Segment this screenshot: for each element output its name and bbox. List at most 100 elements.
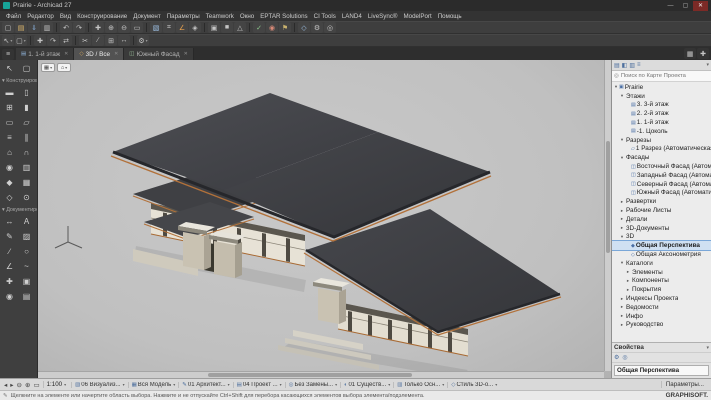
quick-options-button[interactable]: ▦▾ xyxy=(41,63,55,72)
trim-icon[interactable]: ✂ xyxy=(79,35,91,46)
help-icon[interactable]: ◎ xyxy=(324,22,336,33)
skylight-tool[interactable]: ◉ xyxy=(1,160,18,175)
view-tab[interactable]: ▤1. 1-й этаж✕ xyxy=(16,48,74,60)
object-tool[interactable]: ⊙ xyxy=(18,190,35,205)
quick-option[interactable]: ▦Вся Модель▾ xyxy=(128,382,179,388)
grid-snap-icon[interactable]: ⌗ xyxy=(163,22,175,33)
search-input[interactable] xyxy=(621,73,703,79)
tab-menu-icon[interactable]: ≡ xyxy=(2,49,14,60)
stair-tool[interactable]: ≡ xyxy=(1,130,18,145)
quick-option[interactable]: ▥Только Осн...▾ xyxy=(393,382,447,388)
mirror-icon[interactable]: ⇄ xyxy=(60,35,72,46)
drawing-canvas[interactable]: ▦▾⌂▾ xyxy=(38,60,611,378)
tree-expander-icon[interactable]: ▾ xyxy=(619,137,625,143)
tree-item[interactable]: ▾Фасады xyxy=(612,153,711,162)
tree-expander-icon[interactable]: ▸ xyxy=(625,287,631,293)
menu-item[interactable]: Файл xyxy=(3,13,24,20)
minimize-button[interactable]: — xyxy=(663,1,678,11)
tree-item[interactable]: ▸Инфо xyxy=(612,312,711,321)
quick-option[interactable]: ▤04 Проект ...▾ xyxy=(233,382,285,388)
adjust-icon[interactable]: ⊞ xyxy=(105,35,117,46)
toolbox-section-header[interactable]: ▾ Документирование xyxy=(0,205,37,214)
view-map-icon[interactable]: ◧ xyxy=(622,62,628,69)
measure-icon[interactable]: ↔ xyxy=(118,35,130,46)
zoom-out-icon[interactable]: ⊖ xyxy=(16,381,23,389)
redo-icon[interactable]: ↷ xyxy=(73,22,85,33)
wall-tool[interactable]: ▬ xyxy=(1,85,18,100)
menu-item[interactable]: ModelPort xyxy=(400,13,434,20)
tree-item[interactable]: ▸Развертки xyxy=(612,197,711,206)
publisher-icon[interactable]: ≡ xyxy=(637,62,641,69)
tree-item[interactable]: ▸Компоненты xyxy=(612,277,711,286)
gravity-icon[interactable]: ◈ xyxy=(189,22,201,33)
tree-item[interactable]: ▤2. 2-й этаж xyxy=(612,109,711,118)
props-info-icon[interactable]: ◎ xyxy=(622,354,627,361)
close-tab-icon[interactable]: ✕ xyxy=(184,51,188,57)
zoom-in-icon[interactable]: ⊕ xyxy=(24,381,31,389)
guide-lines-icon[interactable]: ∠ xyxy=(176,22,188,33)
tree-item[interactable]: ▸Индексы Проекта xyxy=(612,294,711,303)
3d-view-icon[interactable]: ◇ xyxy=(298,22,310,33)
close-tab-icon[interactable]: ✕ xyxy=(64,51,68,57)
spline-tool[interactable]: ~ xyxy=(18,259,35,274)
lock-icon[interactable]: ■ xyxy=(221,22,233,33)
marquee-tool[interactable]: ▢ xyxy=(18,61,35,76)
menu-item[interactable]: Параметры xyxy=(164,13,203,20)
line-tool[interactable]: ∕ xyxy=(1,244,18,259)
vertical-scrollbar[interactable] xyxy=(604,60,611,371)
arc-tool[interactable]: ○ xyxy=(18,244,35,259)
tree-expander-icon[interactable]: ▸ xyxy=(625,278,631,284)
tree-expander-icon[interactable]: ▾ xyxy=(619,93,625,99)
tree-expander-icon[interactable]: ▸ xyxy=(619,216,625,222)
text-tool[interactable]: A xyxy=(18,214,35,229)
polyline-tool[interactable]: ∠ xyxy=(1,259,18,274)
tree-item[interactable]: ▸Элементы xyxy=(612,268,711,277)
menu-item[interactable]: Документ xyxy=(130,13,163,20)
menu-item[interactable]: Конструирование xyxy=(74,13,130,20)
tree-item[interactable]: ◫Восточный Фасад (Автоматическ... xyxy=(612,162,711,171)
tree-expander-icon[interactable]: ▸ xyxy=(619,296,625,302)
tree-item[interactable]: ▤1. 1-й этаж xyxy=(612,118,711,127)
project-map-icon[interactable]: ▤ xyxy=(614,62,620,69)
tree-expander-icon[interactable]: ▾ xyxy=(619,155,625,161)
drawing-tool[interactable]: ▤ xyxy=(18,289,35,304)
bring-forward-icon[interactable]: △ xyxy=(234,22,246,33)
tree-item[interactable]: ◫Западный Фасад (Автоматическ... xyxy=(612,171,711,180)
layout-book-icon[interactable]: ▥ xyxy=(629,62,635,69)
split-icon[interactable]: ∕ xyxy=(92,35,104,46)
scale-dropdown[interactable]: 1:100 ▾ xyxy=(43,381,70,388)
tree-item[interactable]: ◫Северный Фасад (Автоматичес... xyxy=(612,180,711,189)
tree-expander-icon[interactable]: ▸ xyxy=(619,313,625,319)
morph-tool[interactable]: ◆ xyxy=(1,175,18,190)
tab-overview-icon[interactable]: ▦ xyxy=(684,48,696,59)
toolbox-section-header[interactable]: ▾ Конструирование xyxy=(0,76,37,85)
menu-item[interactable]: CI Tools xyxy=(311,13,339,20)
quick-option[interactable]: ◐01 Существ...▾ xyxy=(340,382,393,388)
window-tool[interactable]: ⊞ xyxy=(1,100,18,115)
open-icon[interactable]: ▤ xyxy=(15,22,27,33)
move-icon[interactable]: ✚ xyxy=(34,35,46,46)
zoom-out-icon[interactable]: ⊖ xyxy=(118,22,130,33)
forward-icon[interactable]: ▸ xyxy=(9,381,14,389)
tree-expander-icon[interactable]: ▸ xyxy=(619,199,625,205)
view-tab[interactable]: ◫Южный Фасад✕ xyxy=(124,48,194,60)
tree-item[interactable]: ▱1 Разрез (Автоматическая Перестр... xyxy=(612,145,711,154)
menu-item[interactable]: Редактор xyxy=(24,13,57,20)
new-icon[interactable]: ▢ xyxy=(2,22,14,33)
door-tool[interactable]: ▯ xyxy=(18,85,35,100)
arrow-select-icon[interactable]: ↖▾ xyxy=(2,35,14,46)
tree-item[interactable]: ▸Детали xyxy=(612,215,711,224)
quick-option[interactable]: ✎01 Архитект...▾ xyxy=(178,382,232,388)
view-tab[interactable]: ◇3D / Все✕ xyxy=(74,48,124,60)
beam-tool[interactable]: ▭ xyxy=(1,115,18,130)
camera-path-icon[interactable]: ⚑ xyxy=(279,22,291,33)
tree-expander-icon[interactable]: ▸ xyxy=(619,322,625,328)
quick-option[interactable]: ◎Без Замены...▾ xyxy=(285,382,340,388)
home-story-button[interactable]: ⌂▾ xyxy=(57,63,71,72)
menu-item[interactable]: LiveSync® xyxy=(365,13,401,20)
tree-item[interactable]: ◆Общая Перспектива xyxy=(612,241,711,250)
label-tool[interactable]: ✎ xyxy=(1,229,18,244)
tree-item[interactable]: ▤3. 3-й этаж xyxy=(612,101,711,110)
undo-icon[interactable]: ↶ xyxy=(60,22,72,33)
fill-tool[interactable]: ▨ xyxy=(18,229,35,244)
